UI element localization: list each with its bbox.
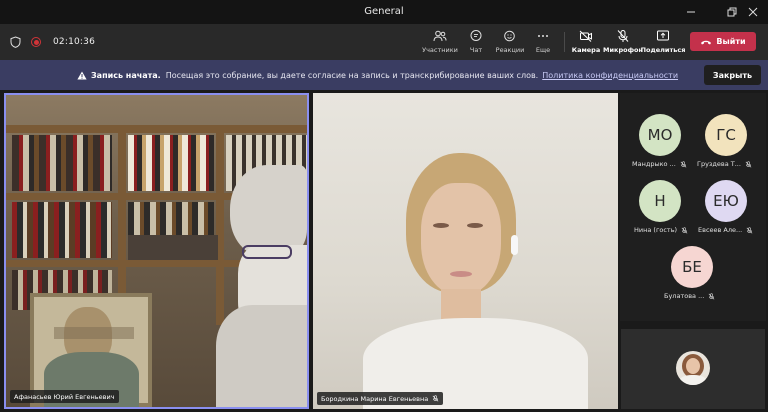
minimize-icon <box>687 11 695 13</box>
more-icon <box>538 35 548 37</box>
camera-off-icon <box>579 30 592 42</box>
microphone-label: Микрофон <box>603 46 643 54</box>
more-label: Еще <box>535 46 551 54</box>
participant-name: Груздева Т... <box>697 160 741 168</box>
speaker-name: Афанасьев Юрий Евгеньевич <box>14 392 115 401</box>
participant-name: Бородкина Марина Евгеньевна <box>321 394 429 403</box>
participants-label: Участники <box>422 46 458 54</box>
person-silhouette <box>363 153 588 409</box>
reactions-icon <box>504 30 515 42</box>
more-button[interactable]: Еще <box>533 27 553 57</box>
shield-icon[interactable] <box>10 36 21 48</box>
participant-avatar[interactable]: Н <box>639 180 681 222</box>
self-avatar <box>676 351 710 385</box>
recording-icon <box>31 37 41 47</box>
meeting-toolbar: 02:10:36 Участники Чат Реакции Еще Камер… <box>0 24 768 60</box>
chat-button[interactable]: Чат <box>466 27 486 57</box>
chat-icon <box>470 30 482 41</box>
participant-name: Булатова ... <box>664 292 705 300</box>
camera-button[interactable]: Камера <box>571 27 601 57</box>
mic-off-icon <box>617 30 629 42</box>
banner-title: Запись начата. <box>91 70 161 80</box>
mic-off-icon <box>745 160 752 168</box>
participant-name-item: Евсеев Але... <box>698 225 753 235</box>
participants-button[interactable]: Участники <box>422 27 458 57</box>
close-icon <box>748 7 758 17</box>
video-tile-speaker[interactable]: Афанасьев Юрий Евгеньевич <box>4 93 309 409</box>
participant-avatar[interactable]: ГС <box>705 114 747 156</box>
meeting-timer: 02:10:36 <box>53 37 96 47</box>
mic-off-icon <box>746 226 753 234</box>
minimize-button[interactable] <box>676 0 706 24</box>
hang-up-icon <box>701 40 712 44</box>
self-view-tile[interactable] <box>621 329 765 409</box>
banner-message: Посещая это собрание, вы даете согласие … <box>165 70 539 80</box>
camera-label: Камера <box>571 46 601 54</box>
mic-off-icon <box>681 226 688 234</box>
video-feed <box>313 93 618 409</box>
participant-name-item: Мандрыко ... <box>632 159 687 169</box>
speaker-name-tag: Афанасьев Юрий Евгеньевич <box>10 390 119 403</box>
mic-off-icon <box>432 395 439 402</box>
microphone-button[interactable]: Микрофон <box>603 27 643 57</box>
participant-name-item: Булатова ... <box>664 291 715 301</box>
participant-name-tag: Бородкина Марина Евгеньевна <box>317 392 444 405</box>
participants-panel: МО Мандрыко ... ГС Груздева Т... Н Нина … <box>620 93 766 321</box>
leave-button[interactable]: Выйти <box>690 32 756 51</box>
toolbar-separator <box>564 32 565 52</box>
warning-icon <box>77 71 87 79</box>
people-icon <box>433 30 447 42</box>
participant-name: Мандрыко ... <box>632 160 676 168</box>
participant-name-item: Груздева Т... <box>697 159 752 169</box>
share-icon <box>657 30 669 41</box>
participant-avatar[interactable]: МО <box>639 114 681 156</box>
share-label: Поделиться <box>640 46 686 54</box>
reactions-button[interactable]: Реакции <box>496 27 524 57</box>
mic-off-icon <box>708 292 715 300</box>
mic-off-icon <box>680 160 687 168</box>
participant-avatar[interactable]: БЕ <box>671 246 713 288</box>
reactions-label: Реакции <box>495 46 525 54</box>
close-banner-button[interactable]: Закрыть <box>704 65 761 85</box>
recording-banner: Запись начата. Посещая это собрание, вы … <box>0 60 768 90</box>
participant-name: Нина (гость) <box>634 226 678 234</box>
privacy-policy-link[interactable]: Политика конфиденциальности <box>542 71 678 80</box>
person-silhouette <box>216 165 307 407</box>
title-bar: General <box>0 0 768 24</box>
share-button[interactable]: Поделиться <box>641 27 685 57</box>
chat-label: Чат <box>469 46 483 54</box>
restore-icon <box>727 7 737 17</box>
video-tile-participant[interactable]: Бородкина Марина Евгеньевна <box>313 93 618 409</box>
participant-avatar[interactable]: ЕЮ <box>705 180 747 222</box>
leave-label: Выйти <box>716 37 746 46</box>
participant-name-item: Нина (гость) <box>634 225 688 235</box>
close-window-button[interactable] <box>738 0 768 24</box>
window-title: General <box>364 6 404 17</box>
video-feed <box>6 95 307 407</box>
participant-name: Евсеев Але... <box>698 226 743 234</box>
